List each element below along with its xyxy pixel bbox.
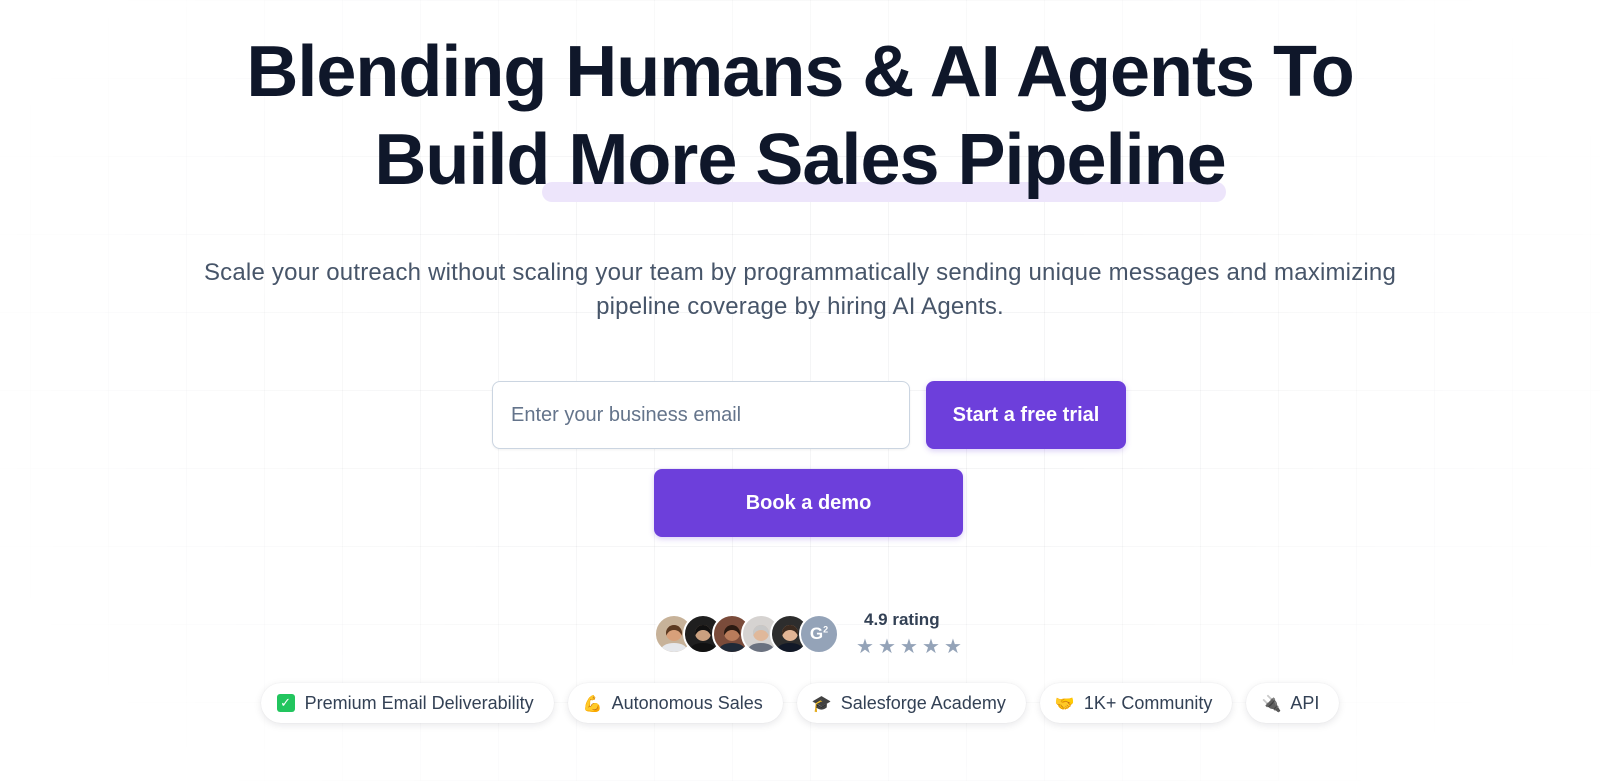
feature-chip-label: Autonomous Sales	[611, 692, 763, 713]
hero-title-line-2-start: Build	[374, 120, 569, 200]
graduation-cap-icon: 🎓	[811, 693, 832, 713]
hero-title-line-1: Blending Humans & AI Agents To	[246, 32, 1354, 112]
hero-title: Blending Humans & AI Agents To Build Mor…	[0, 28, 1600, 204]
g2-logo-icon: G2	[799, 614, 839, 654]
hero-section: Blending Humans & AI Agents To Build Mor…	[0, 0, 1600, 781]
star-icon: ★	[856, 634, 874, 658]
feature-chip: ✓ Premium Email Deliverability	[260, 683, 554, 723]
start-free-trial-button[interactable]: Start a free trial	[926, 381, 1126, 449]
star-icon: ★	[900, 634, 918, 658]
feature-chip-label: Salesforge Academy	[840, 692, 1006, 713]
feature-chip: 💪 Autonomous Sales	[567, 683, 783, 723]
star-icon: ★	[944, 634, 962, 658]
flexed-biceps-icon: 💪	[582, 693, 603, 713]
book-demo-button[interactable]: Book a demo	[654, 469, 963, 537]
business-email-input[interactable]	[492, 381, 910, 449]
feature-chip: 🔌 API	[1246, 683, 1340, 723]
landing-page: Blending Humans & AI Agents To Build Mor…	[0, 0, 1600, 781]
feature-chip-label: Premium Email Deliverability	[304, 692, 534, 713]
hero-title-highlight: More Sales Pipeline	[542, 116, 1227, 204]
rating-label: 4.9 rating	[864, 610, 940, 629]
feature-chip: 🎓 Salesforge Academy	[796, 683, 1026, 723]
rating-summary: G2 4.9 rating ★ ★ ★ ★ ★	[654, 604, 994, 664]
hero-title-line-2: Build More Sales Pipeline	[0, 116, 1600, 204]
feature-chip-label: 1K+ Community	[1083, 692, 1213, 713]
hero-subtitle: Scale your outreach without scaling your…	[203, 259, 1397, 320]
feature-chip-label: API	[1290, 692, 1320, 713]
star-icon: ★	[878, 634, 896, 658]
feature-chips: ✓ Premium Email Deliverability 💪 Autonomous…	[0, 683, 1600, 723]
handshake-icon: 🤝	[1054, 693, 1075, 713]
check-mark-icon: ✓	[276, 694, 295, 712]
plug-icon: 🔌	[1261, 693, 1282, 713]
star-icon: ★	[922, 634, 940, 658]
hero-title-highlight-text: More Sales Pipeline	[568, 120, 1226, 200]
rating-stars: ★ ★ ★ ★ ★	[856, 636, 964, 656]
feature-chip: 🤝 1K+ Community	[1039, 683, 1233, 723]
